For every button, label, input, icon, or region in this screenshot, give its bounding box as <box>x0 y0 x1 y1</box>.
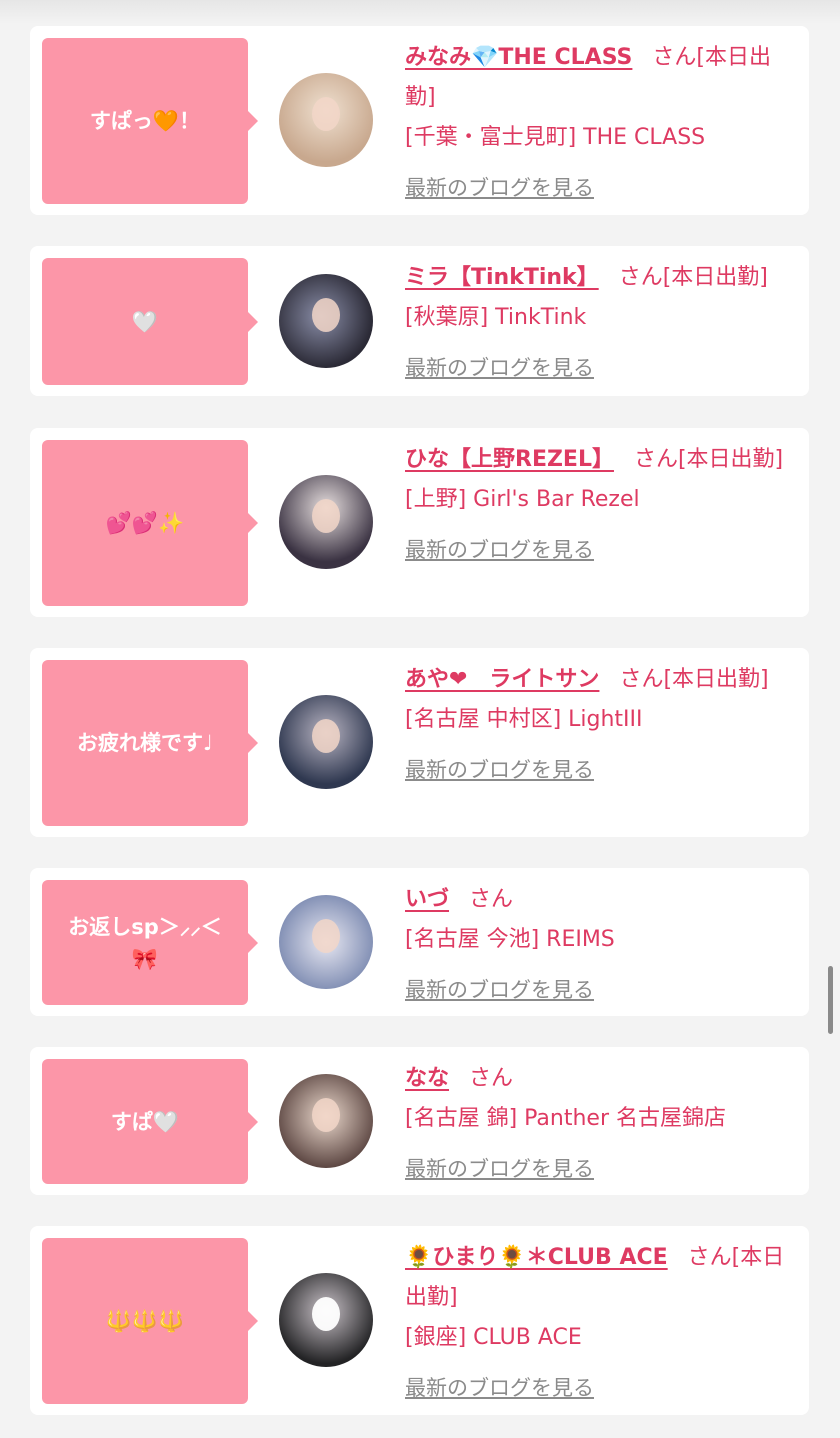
latest-blog-link[interactable]: 最新のブログを見る <box>405 1368 797 1408</box>
latest-blog-link[interactable]: 最新のブログを見る <box>405 168 797 208</box>
cast-name-link[interactable]: ミラ【TinkTink】 <box>405 265 599 290</box>
cast-name-link[interactable]: あや❤︎ ライトサン <box>405 667 599 692</box>
shop-name: [銀座] CLUB ACE <box>405 1325 582 1350</box>
cast-status: さん[本日出勤] <box>619 667 769 692</box>
comment-bubble: 💕💕✨ <box>42 440 258 606</box>
comment-bubble: お疲れ様です♩ <box>42 660 258 826</box>
blog-comment-card: お疲れ様です♩ あや❤︎ ライトサン さん[本日出勤] [名古屋 中村区] Lig… <box>30 648 809 837</box>
comment-bubble: すぱ🤍 <box>42 1059 258 1184</box>
latest-blog-link[interactable]: 最新のブログを見る <box>405 750 797 790</box>
cast-status: さん <box>469 887 514 912</box>
blog-comment-card: 🔱🔱🔱 🌻ひまり🌻＊CLUB ACE さん[本日出勤] [銀座] CLUB ACE… <box>30 1226 809 1415</box>
avatar-face <box>312 499 340 533</box>
cast-name-link[interactable]: いづ <box>405 887 449 912</box>
blog-comment-card: お返しsp＞⸝⸝＜🎀 いづ さん [名古屋 今池] REIMS 最新のブログを見る <box>30 868 809 1016</box>
avatar-face <box>312 1297 340 1331</box>
cast-info: みなみ💎THE CLASS さん[本日出勤] [千葉・富士見町] THE CLAS… <box>405 38 797 208</box>
avatar-face <box>312 719 340 753</box>
avatar[interactable] <box>279 1273 373 1367</box>
avatar-face <box>312 298 340 332</box>
comment-text: すぱっ🧡！ <box>89 109 201 133</box>
avatar[interactable] <box>279 73 373 167</box>
cast-name-link[interactable]: みなみ💎THE CLASS <box>405 45 632 70</box>
blog-comment-card: すぱっ🧡！ みなみ💎THE CLASS さん[本日出勤] [千葉・富士見町] TH… <box>30 26 809 215</box>
comment-bubble: すぱっ🧡！ <box>42 38 258 204</box>
cast-info: 🌻ひまり🌻＊CLUB ACE さん[本日出勤] [銀座] CLUB ACE 最新の… <box>405 1238 797 1408</box>
avatar[interactable] <box>279 475 373 569</box>
cast-info: いづ さん [名古屋 今池] REIMS 最新のブログを見る <box>405 880 797 1010</box>
comment-text: お返しsp＞⸝⸝＜🎀 <box>68 914 222 971</box>
comment-text: お疲れ様です♩ <box>77 731 213 755</box>
avatar[interactable] <box>279 274 373 368</box>
shop-name: [上野] Girl's Bar Rezel <box>405 487 640 512</box>
latest-blog-link[interactable]: 最新のブログを見る <box>405 1149 797 1189</box>
cast-name-link[interactable]: 🌻ひまり🌻＊CLUB ACE <box>405 1245 668 1270</box>
shop-name: [名古屋 錦] Panther 名古屋錦店 <box>405 1106 726 1131</box>
shop-name: [名古屋 中村区] LightIII <box>405 707 643 732</box>
cast-info: なな さん [名古屋 錦] Panther 名古屋錦店 最新のブログを見る <box>405 1059 797 1189</box>
cast-status: さん[本日出勤] <box>633 447 784 472</box>
latest-blog-link[interactable]: 最新のブログを見る <box>405 348 797 388</box>
avatar-face <box>312 97 340 131</box>
latest-blog-link[interactable]: 最新のブログを見る <box>405 530 797 570</box>
cast-name-link[interactable]: ひな【上野REZEL】 <box>405 447 614 472</box>
page-scrollbar[interactable] <box>828 966 833 1034</box>
cast-info: あや❤︎ ライトサン さん[本日出勤] [名古屋 中村区] LightIII 最新… <box>405 660 797 790</box>
cast-info: ミラ【TinkTink】 さん[本日出勤] [秋葉原] TinkTink 最新のブ… <box>405 258 797 388</box>
shop-name: [秋葉原] TinkTink <box>405 305 587 330</box>
comment-text: 🤍 <box>131 309 159 334</box>
avatar[interactable] <box>279 1074 373 1168</box>
comment-text: 💕💕✨ <box>105 511 185 535</box>
top-shadow <box>0 0 840 24</box>
blog-comment-card: すぱ🤍 なな さん [名古屋 錦] Panther 名古屋錦店 最新のブログを見る <box>30 1047 809 1195</box>
shop-name: [千葉・富士見町] THE CLASS <box>405 125 706 150</box>
cast-info: ひな【上野REZEL】 さん[本日出勤] [上野] Girl's Bar Reze… <box>405 440 797 570</box>
comment-bubble: 🤍 <box>42 258 258 385</box>
latest-blog-link[interactable]: 最新のブログを見る <box>405 970 797 1010</box>
avatar-face <box>312 1098 340 1132</box>
cast-status: さん <box>469 1066 514 1091</box>
cast-status: さん[本日出勤] <box>618 265 768 290</box>
comment-text: すぱ🤍 <box>110 1109 180 1134</box>
avatar[interactable] <box>279 695 373 789</box>
comment-bubble: お返しsp＞⸝⸝＜🎀 <box>42 880 258 1005</box>
comment-text: 🔱🔱🔱 <box>105 1309 185 1333</box>
blog-comment-card: 💕💕✨ ひな【上野REZEL】 さん[本日出勤] [上野] Girl's Bar … <box>30 428 809 617</box>
avatar[interactable] <box>279 895 373 989</box>
cast-name-link[interactable]: なな <box>405 1066 449 1091</box>
shop-name: [名古屋 今池] REIMS <box>405 927 615 952</box>
blog-comment-card: 🤍 ミラ【TinkTink】 さん[本日出勤] [秋葉原] TinkTink 最新… <box>30 246 809 396</box>
comment-bubble: 🔱🔱🔱 <box>42 1238 258 1404</box>
avatar-face <box>312 919 340 953</box>
